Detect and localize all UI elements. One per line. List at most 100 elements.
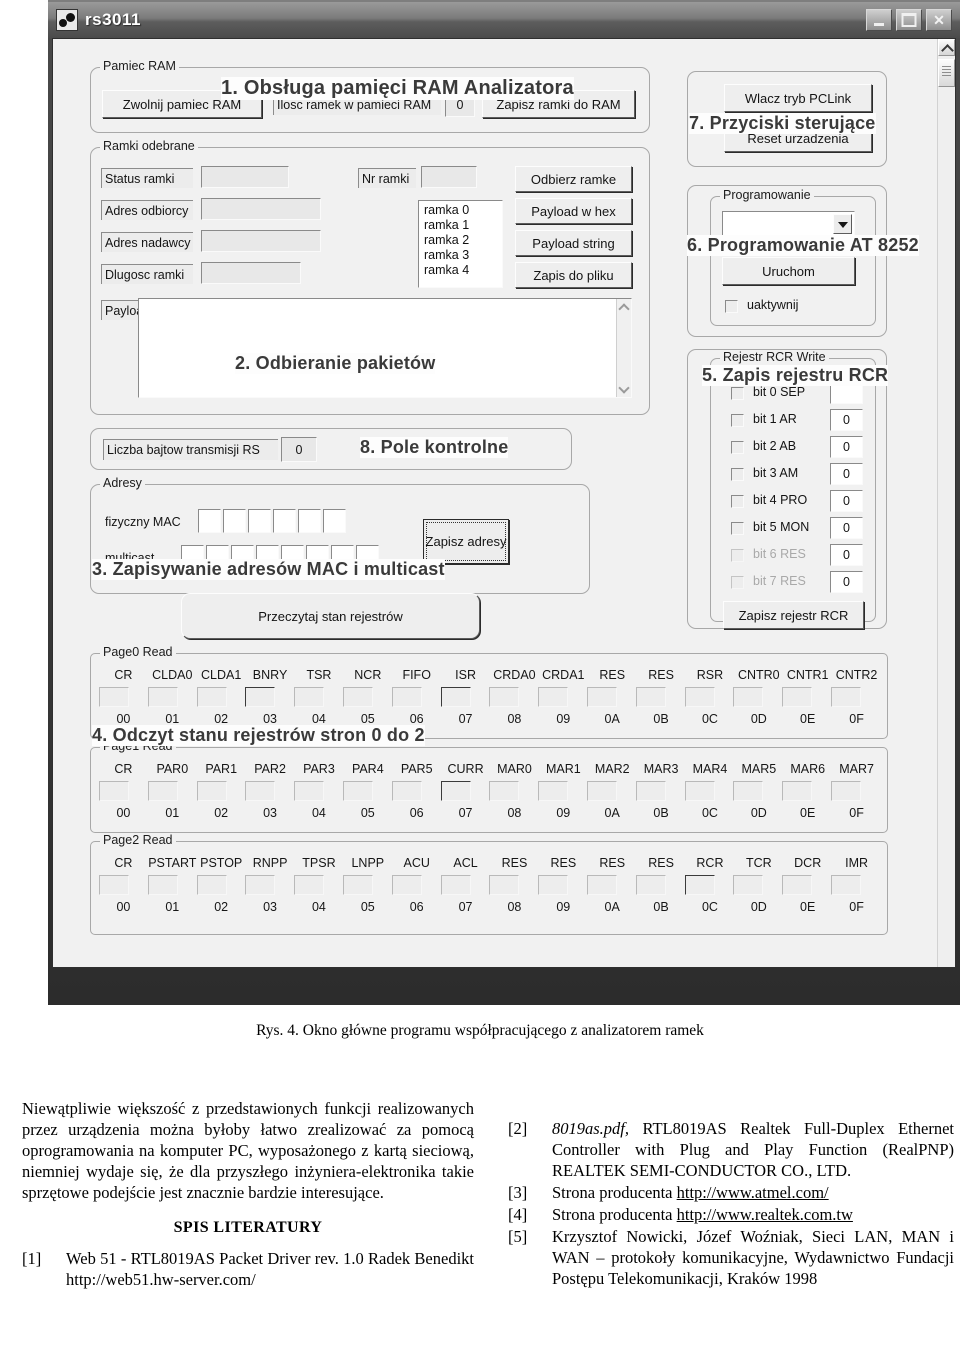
reg-value[interactable] xyxy=(391,687,422,707)
reg-value[interactable] xyxy=(196,781,227,801)
mac-cell[interactable] xyxy=(198,509,221,533)
reg-value[interactable] xyxy=(147,781,178,801)
mac-cell[interactable] xyxy=(273,509,296,533)
reference-link[interactable]: http://www.atmel.com/ xyxy=(677,1183,829,1202)
maximize-button[interactable] xyxy=(896,9,922,31)
rcr-bit4-checkbox[interactable] xyxy=(731,495,744,508)
reg-value[interactable] xyxy=(684,687,715,707)
payload-hex-button[interactable]: Payload w hex xyxy=(515,198,632,224)
reg-value[interactable] xyxy=(684,875,715,895)
rcr-bit5-checkbox[interactable] xyxy=(731,522,744,535)
list-item[interactable]: ramka 2 xyxy=(424,233,502,248)
run-button[interactable]: Uruchom xyxy=(722,257,855,285)
reg-value[interactable] xyxy=(830,875,861,895)
mac-cell[interactable] xyxy=(298,509,321,533)
reg-value[interactable] xyxy=(196,875,227,895)
list-item[interactable]: ramka 4 xyxy=(424,263,502,278)
reg-value[interactable] xyxy=(830,687,861,707)
reg-value[interactable] xyxy=(440,875,471,895)
reg-value[interactable] xyxy=(391,875,422,895)
rcr-bit2-checkbox[interactable] xyxy=(731,441,744,454)
read-registers-button[interactable]: Przeczytaj stan rejestrów xyxy=(181,593,480,639)
reg-value[interactable] xyxy=(586,687,617,707)
save-addresses-button[interactable]: Zapisz adresy xyxy=(423,519,509,564)
reg-value[interactable] xyxy=(684,781,715,801)
receive-frame-button[interactable]: Odbierz ramke xyxy=(515,166,632,192)
minimize-button[interactable] xyxy=(866,9,892,31)
payload-memo[interactable] xyxy=(138,298,632,398)
reg-value[interactable] xyxy=(245,781,276,801)
reg-value[interactable] xyxy=(342,781,373,801)
reg-value[interactable] xyxy=(294,781,325,801)
write-rcr-button[interactable]: Zapisz rejestr RCR xyxy=(723,601,864,629)
close-icon[interactable]: ✕ xyxy=(926,9,952,31)
reference-link[interactable]: http://www.realtek.com.tw xyxy=(677,1205,853,1224)
reg-value[interactable] xyxy=(538,687,569,707)
reg-value[interactable] xyxy=(733,687,764,707)
rcr-bit3-value[interactable]: 0 xyxy=(830,463,863,485)
rcr-bit1-checkbox[interactable] xyxy=(731,414,744,427)
pclink-button[interactable]: Wlacz tryb PCLink xyxy=(724,84,872,112)
reg-value[interactable] xyxy=(196,687,227,707)
rcr-bit4-value[interactable]: 0 xyxy=(830,490,863,512)
mac-cell[interactable] xyxy=(223,509,246,533)
reg-value[interactable] xyxy=(489,781,520,801)
list-item[interactable]: ramka 0 xyxy=(424,203,502,218)
reg-value[interactable] xyxy=(782,875,813,895)
reg-value[interactable] xyxy=(782,687,813,707)
reg-value[interactable] xyxy=(489,875,520,895)
reg-value[interactable] xyxy=(440,687,471,707)
mac-cell[interactable] xyxy=(248,509,271,533)
reg-value[interactable] xyxy=(733,781,764,801)
reg-value[interactable] xyxy=(733,875,764,895)
programming-combo[interactable] xyxy=(722,211,855,238)
reg-value[interactable] xyxy=(635,687,666,707)
reg-value[interactable] xyxy=(489,687,520,707)
rcr-bit1-value[interactable]: 0 xyxy=(830,409,863,431)
reg-value[interactable] xyxy=(635,781,666,801)
reg-value[interactable] xyxy=(586,781,617,801)
save-to-file-button[interactable]: Zapis do pliku xyxy=(515,262,632,288)
rcr-bit2-value[interactable]: 0 xyxy=(830,436,863,458)
mac-cell[interactable] xyxy=(323,509,346,533)
rcr-bit7-value[interactable]: 0 xyxy=(830,571,863,593)
rcr-bit0-checkbox[interactable] xyxy=(731,387,744,400)
reg-value[interactable] xyxy=(99,781,129,801)
reg-value[interactable] xyxy=(391,781,422,801)
reg-value[interactable] xyxy=(440,781,471,801)
reg-value[interactable] xyxy=(342,687,373,707)
scroll-down-icon[interactable] xyxy=(619,383,630,394)
list-item[interactable]: ramka 1 xyxy=(424,218,502,233)
reg-value[interactable] xyxy=(635,875,666,895)
reg-value[interactable] xyxy=(830,781,861,801)
reference-item: [2] 8019as.pdf, RTL8019AS Realtek Full-D… xyxy=(508,1118,954,1181)
reg-value[interactable] xyxy=(99,687,129,707)
list-item[interactable]: ramka 3 xyxy=(424,248,502,263)
reg-value[interactable] xyxy=(342,875,373,895)
reg-value[interactable] xyxy=(245,687,276,707)
window-titlebar[interactable]: rs3011 ✕ xyxy=(48,2,960,38)
rcr-bit5-value[interactable]: 0 xyxy=(830,517,863,539)
rcr-bit6-value[interactable]: 0 xyxy=(830,544,863,566)
reg-value[interactable] xyxy=(245,875,276,895)
frames-listbox[interactable]: ramka 0 ramka 1 ramka 2 ramka 3 ramka 4 xyxy=(418,200,503,288)
scroll-up-icon[interactable] xyxy=(619,302,630,313)
reg-value[interactable] xyxy=(99,875,129,895)
reg-value[interactable] xyxy=(538,875,569,895)
reg-value[interactable] xyxy=(782,781,813,801)
payload-string-button[interactable]: Payload string xyxy=(515,230,632,256)
payload-memo-scrollbar[interactable] xyxy=(616,299,631,397)
chevron-down-icon[interactable] xyxy=(833,214,852,234)
reg-value[interactable] xyxy=(147,687,178,707)
reg-value[interactable] xyxy=(294,687,325,707)
rcr-bit3-checkbox[interactable] xyxy=(731,468,744,481)
reg-value[interactable] xyxy=(147,875,178,895)
reg-value[interactable] xyxy=(294,875,325,895)
scroll-up-icon[interactable] xyxy=(938,39,955,56)
reg-value[interactable] xyxy=(538,781,569,801)
reg-value[interactable] xyxy=(586,875,617,895)
scrollbar-thumb[interactable] xyxy=(938,59,955,87)
activate-checkbox[interactable] xyxy=(725,300,738,313)
vertical-scrollbar[interactable] xyxy=(937,39,955,967)
reg-name: RSR xyxy=(696,668,724,682)
